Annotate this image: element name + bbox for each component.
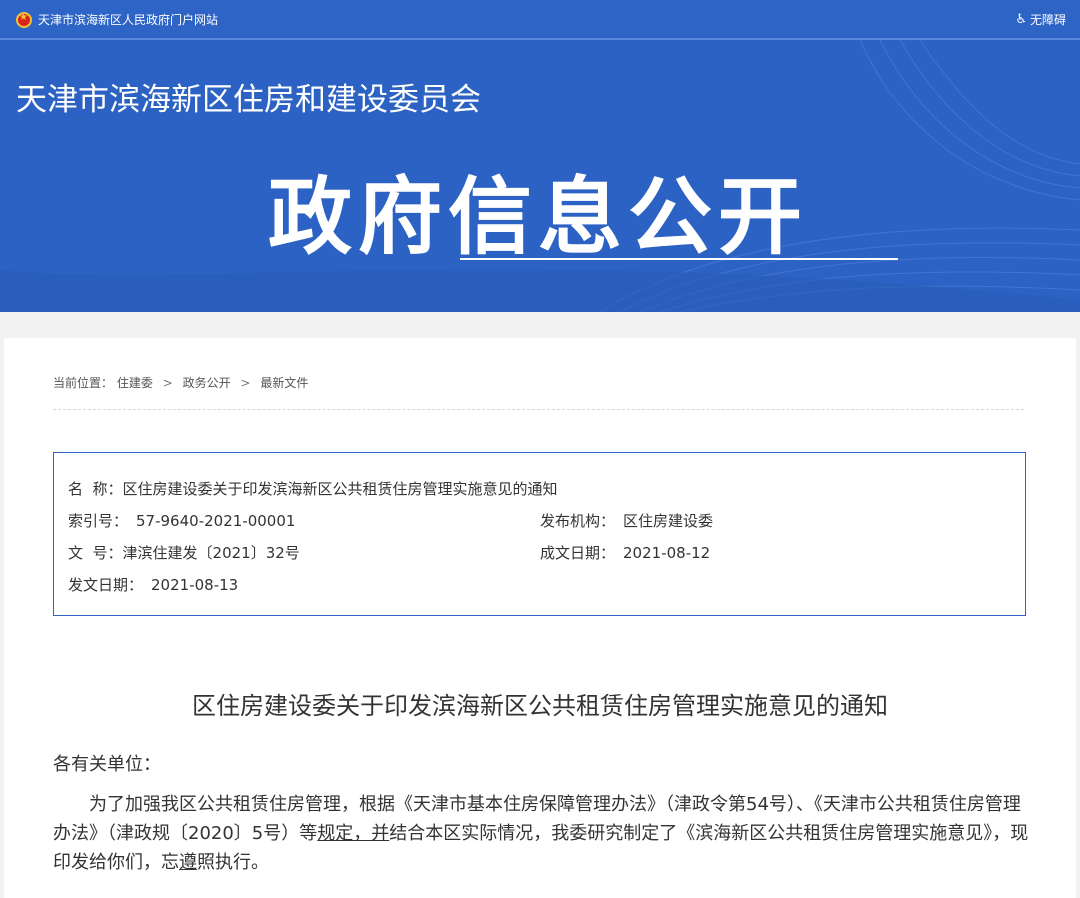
info-publisher-value: 区住房建设委 [623, 512, 714, 530]
content-panel: 当前位置： 住建委 > 政务公开 > 最新文件 名 称：区住房建设委关于印发滨海… [4, 338, 1076, 898]
top-bar: 天津市滨海新区人民政府门户网站 ♿ 无障碍 [0, 0, 1080, 38]
accessibility-label: 无障碍 [1029, 13, 1066, 27]
info-issued-row: 发文日期： 2021-08-13 [68, 574, 238, 595]
breadcrumb-separator: > [240, 376, 251, 390]
site-title: 天津市滨海新区住房和建设委员会 [16, 82, 481, 118]
paragraph-underlined-text: 规定，并 [317, 823, 390, 844]
info-created-value: 2021-08-12 [623, 544, 711, 562]
info-created-label: 成文日期： [540, 544, 616, 562]
breadcrumb-divider [53, 409, 1024, 410]
info-publisher-label: 发布机构： [540, 512, 616, 530]
info-docno-value: 津滨住建发〔2021〕32号 [122, 544, 300, 562]
breadcrumb-item-zhujianwei[interactable]: 住建委 [117, 376, 153, 390]
breadcrumb-prefix: 当前位置： [53, 376, 114, 390]
paragraph-text-4: 照执行。 [197, 852, 269, 873]
document-greeting: 各有关单位： [53, 754, 161, 775]
info-publisher-row: 发布机构： 区住房建设委 [540, 510, 713, 531]
paragraph-text-3: 忘 [161, 852, 179, 873]
breadcrumb-item-latest[interactable]: 最新文件 [260, 376, 308, 390]
info-index-label: 索引号： [68, 512, 129, 530]
accessibility-button[interactable]: ♿ 无障碍 [1015, 11, 1066, 28]
info-created-row: 成文日期： 2021-08-12 [540, 542, 710, 563]
info-name-row: 名 称：区住房建设委关于印发滨海新区公共租赁住房管理实施意见的通知 [68, 478, 558, 499]
breadcrumb: 当前位置： 住建委 > 政务公开 > 最新文件 [53, 374, 308, 391]
document-title: 区住房建设委关于印发滨海新区公共租赁住房管理实施意见的通知 [192, 692, 888, 720]
portal-link[interactable]: 天津市滨海新区人民政府门户网站 [16, 11, 218, 28]
paragraph-underlined-text-2: 遵 [179, 852, 197, 873]
breadcrumb-separator: > [162, 376, 173, 390]
section-title: 政府信息公开 [268, 168, 809, 266]
title-underline [460, 258, 898, 260]
document-info-box: 名 称：区住房建设委关于印发滨海新区公共租赁住房管理实施意见的通知 索引号： 57… [53, 452, 1026, 616]
info-name-value: 区住房建设委关于印发滨海新区公共租赁住房管理实施意见的通知 [122, 480, 558, 498]
info-name-label: 名 称： [68, 480, 123, 498]
portal-label: 天津市滨海新区人民政府门户网站 [38, 13, 219, 27]
info-docno-label: 文 号： [68, 544, 123, 562]
info-issued-label: 发文日期： [68, 576, 144, 594]
national-emblem-icon [16, 11, 32, 28]
wheelchair-icon: ♿ [1015, 12, 1027, 27]
info-docno-row: 文 号：津滨住建发〔2021〕32号 [68, 542, 300, 563]
breadcrumb-item-zhengwu[interactable]: 政务公开 [183, 376, 231, 390]
info-index-row: 索引号： 57-9640-2021-00001 [68, 510, 295, 531]
info-issued-value: 2021-08-13 [151, 576, 239, 594]
banner: 天津市滨海新区住房和建设委员会 政府信息公开 [0, 40, 1080, 312]
document-paragraph: 为了加强我区公共租赁住房管理，根据《天津市基本住房保障管理办法》（津政令第54号… [53, 790, 1033, 877]
info-index-value: 57-9640-2021-00001 [136, 512, 296, 530]
